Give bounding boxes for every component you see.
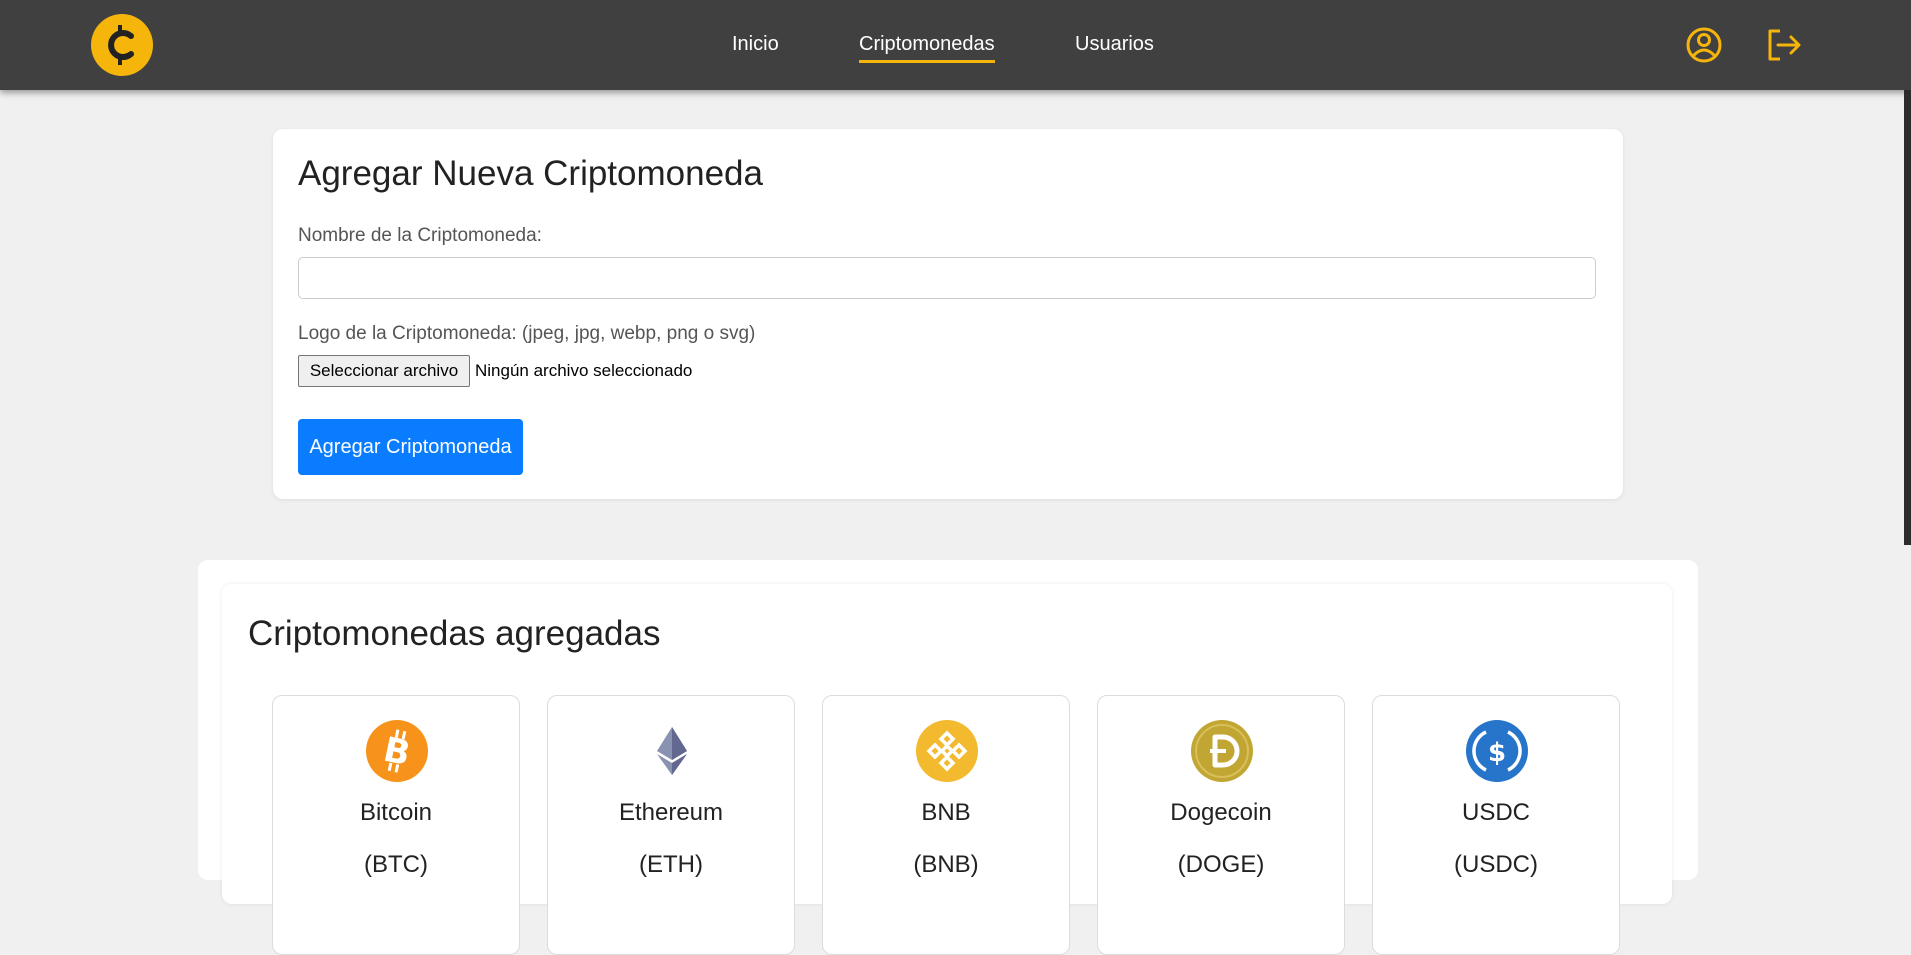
crypto-list-section: Criptomonedas agregadas B Bitcoin (BTC) … bbox=[198, 560, 1698, 955]
crypto-symbol: (ETH) bbox=[639, 851, 703, 878]
crypto-card-dogecoin[interactable]: Dogecoin (DOGE) bbox=[1097, 695, 1345, 955]
crypto-list-panel: Criptomonedas agregadas B Bitcoin (BTC) … bbox=[222, 584, 1672, 955]
list-title: Criptomonedas agregadas bbox=[248, 614, 661, 653]
crypto-name: Bitcoin bbox=[359, 799, 433, 826]
scrollbar-thumb[interactable] bbox=[1904, 90, 1911, 545]
dogecoin-logo-icon bbox=[1191, 720, 1253, 782]
add-crypto-form: Agregar Nueva Criptomoneda Nombre de la … bbox=[273, 129, 1623, 499]
logout-icon[interactable] bbox=[1764, 24, 1804, 66]
crypto-name: BNB bbox=[921, 799, 971, 826]
crypto-card-bitcoin[interactable]: B Bitcoin (BTC) bbox=[272, 695, 520, 955]
crypto-name: Dogecoin bbox=[1170, 799, 1272, 826]
name-field-label: Nombre de la Criptomoneda: bbox=[298, 225, 542, 246]
crypto-symbol: (DOGE) bbox=[1177, 851, 1265, 878]
crypto-card-usdc[interactable]: $ USDC (USDC) bbox=[1372, 695, 1620, 955]
nav-link-usuarios[interactable]: Usuarios bbox=[1075, 32, 1154, 60]
choose-file-button[interactable]: Seleccionar archivo bbox=[298, 355, 470, 387]
bitcoin-logo-icon: B bbox=[366, 720, 428, 782]
bnb-logo-icon bbox=[916, 720, 978, 782]
crypto-symbol: (USDC) bbox=[1454, 851, 1538, 878]
logo-field-label: Logo de la Criptomoneda: (jpeg, jpg, web… bbox=[298, 323, 756, 344]
crypto-name-input[interactable] bbox=[298, 257, 1596, 299]
crypto-card-ethereum[interactable]: Ethereum (ETH) bbox=[547, 695, 795, 955]
navbar: Inicio Criptomonedas Usuarios bbox=[0, 0, 1911, 90]
crypto-name: USDC bbox=[1461, 799, 1530, 826]
crypto-coin-logo[interactable] bbox=[91, 14, 153, 76]
crypto-symbol: (BTC) bbox=[364, 851, 428, 878]
usdc-logo-icon: $ bbox=[1466, 720, 1528, 782]
ethereum-logo-icon bbox=[657, 727, 687, 775]
user-circle-icon[interactable] bbox=[1684, 24, 1724, 66]
file-status-text: Ningún archivo seleccionado bbox=[475, 361, 693, 380]
crypto-name: Ethereum bbox=[618, 799, 724, 826]
svg-text:$: $ bbox=[1488, 738, 1506, 768]
form-title: Agregar Nueva Criptomoneda bbox=[298, 154, 763, 193]
add-crypto-button[interactable]: Agregar Criptomoneda bbox=[298, 419, 523, 475]
nav-link-criptomonedas[interactable]: Criptomonedas bbox=[859, 32, 995, 63]
crypto-symbol: (BNB) bbox=[913, 851, 979, 878]
crypto-card-bnb[interactable]: BNB (BNB) bbox=[822, 695, 1070, 955]
nav-link-inicio[interactable]: Inicio bbox=[732, 32, 779, 60]
